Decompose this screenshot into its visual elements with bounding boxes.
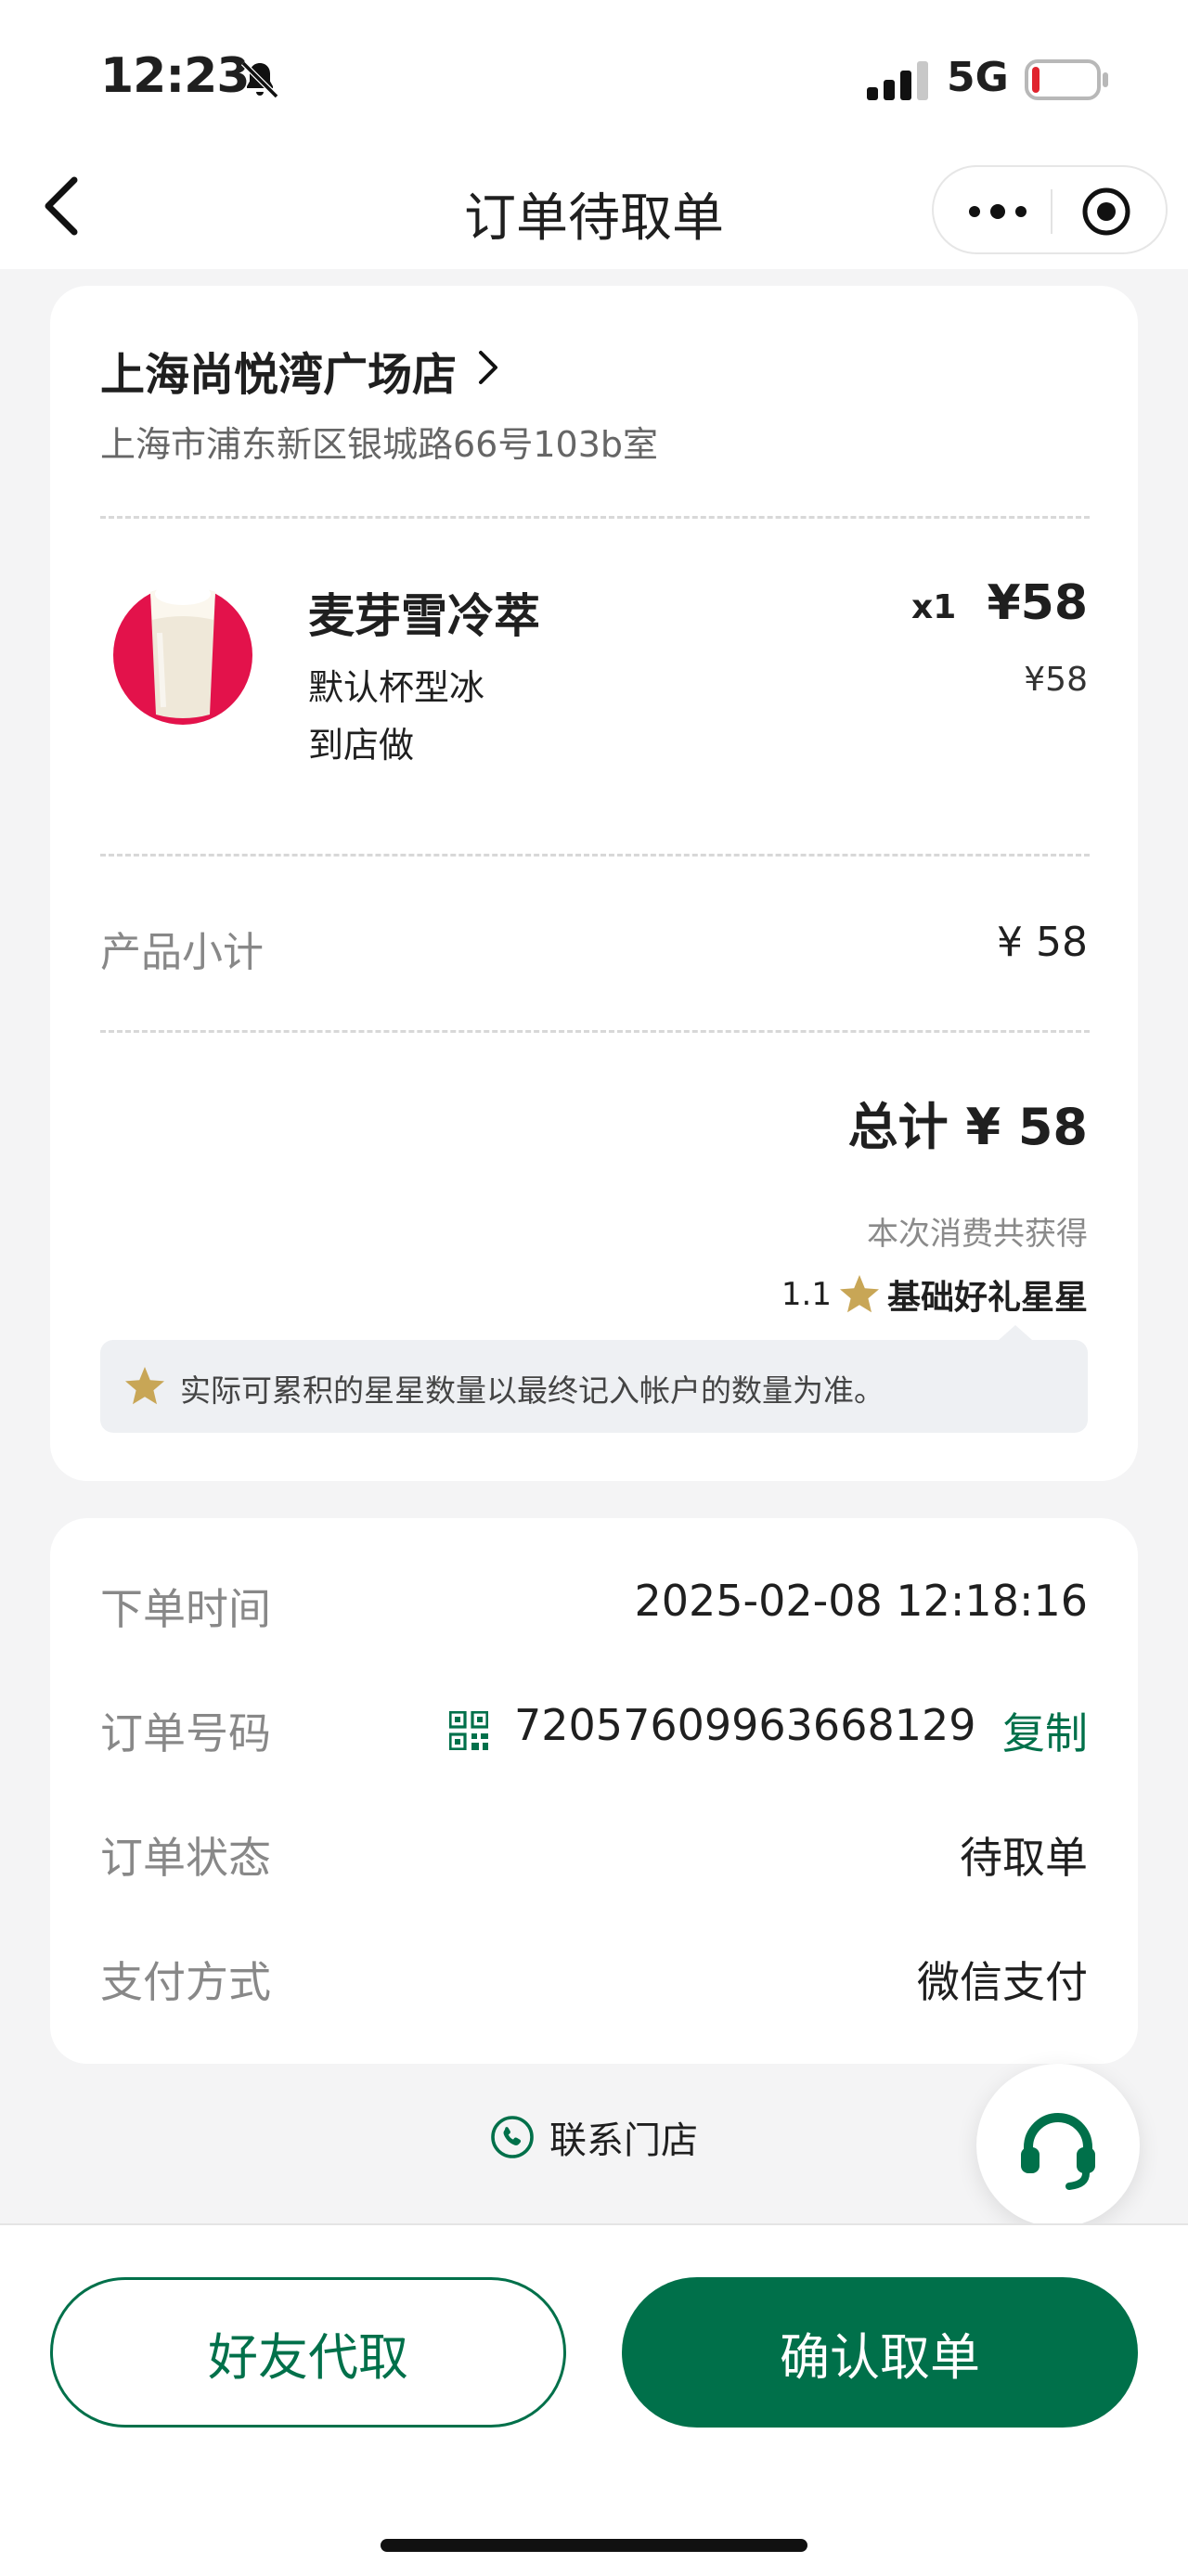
network-type: 5G: [947, 54, 1009, 101]
star-icon: [125, 1367, 164, 1405]
subtotal-value: ¥ 58: [997, 919, 1088, 966]
order-time-label: 下单时间: [100, 1584, 271, 1634]
total-amount: 总计 ¥ 58: [847, 1098, 1088, 1156]
store-name[interactable]: 上海尚悦湾广场店: [100, 338, 457, 403]
product-mode: 到店做: [308, 725, 415, 766]
note-caret: [999, 1325, 1032, 1340]
order-info-card: 下单时间 2025-02-08 12:18:16 订单号码 7205760996…: [50, 1518, 1138, 2064]
product-unit-price: ¥58: [1024, 661, 1088, 699]
earn-stars: 1.1 基础好礼星星: [781, 1269, 1088, 1320]
earn-amount: 1.1: [781, 1276, 832, 1313]
payment-value: 微信支付: [917, 1957, 1088, 2007]
divider: [100, 1030, 1090, 1033]
signal-icon: [867, 61, 928, 100]
divider: [100, 516, 1090, 519]
more-dots-icon[interactable]: [965, 193, 1030, 230]
chevron-right-icon[interactable]: [475, 347, 503, 388]
target-icon[interactable]: [1080, 186, 1132, 238]
note-text: 实际可累积的星星数量以最终记入帐户的数量为准。: [180, 1372, 885, 1409]
product-price: ¥58: [987, 575, 1088, 631]
order-number-label: 订单号码: [100, 1708, 271, 1758]
battery-icon: [1025, 59, 1108, 100]
store-address: 上海市浦东新区银城路66号103b室: [100, 424, 659, 465]
stars-note: 实际可累积的星星数量以最终记入帐户的数量为准。: [100, 1325, 1088, 1433]
copy-button[interactable]: 复制: [1002, 1700, 1088, 1761]
friend-pickup-button[interactable]: 好友代取: [50, 2277, 566, 2428]
status-time: 12:23: [100, 48, 251, 104]
product-image: [113, 583, 252, 725]
earn-text: 基础好礼星星: [886, 1279, 1088, 1317]
divider: [100, 854, 1090, 857]
star-icon: [839, 1275, 879, 1313]
payment-label: 支付方式: [100, 1957, 271, 2007]
mini-program-capsule: [932, 165, 1168, 254]
order-time-value: 2025-02-08 12:18:16: [634, 1576, 1088, 1626]
qr-code-icon[interactable]: [449, 1711, 488, 1750]
home-indicator: [381, 2539, 807, 2552]
earn-label: 本次消费共获得: [867, 1216, 1088, 1253]
contact-store-label: 联系门店: [549, 2119, 698, 2162]
order-status-label: 订单状态: [100, 1833, 271, 1883]
product-name: 麦芽雪冷萃: [308, 589, 540, 643]
contact-store-link[interactable]: 联系门店: [490, 2105, 698, 2170]
order-card: 上海尚悦湾广场店 上海市浦东新区银城路66号103b室 麦芽雪冷萃 x1 ¥58…: [50, 286, 1138, 1481]
bell-muted-icon: [240, 60, 279, 99]
bottom-action-bar: 好友代取 确认取单: [0, 2223, 1188, 2576]
order-status-value: 待取单: [960, 1833, 1088, 1883]
product-quantity: x1: [911, 588, 957, 626]
order-number-value: 72057609963668129: [514, 1700, 976, 1750]
confirm-pickup-button[interactable]: 确认取单: [622, 2277, 1138, 2428]
product-spec: 默认杯型冰: [308, 667, 485, 708]
headset-icon: [1021, 2113, 1095, 2190]
customer-service-button[interactable]: [976, 2064, 1140, 2227]
subtotal-label: 产品小计: [100, 929, 264, 976]
capsule-divider: [1051, 189, 1052, 234]
phone-icon: [491, 2116, 534, 2158]
top-header: 12:23 5G 订单待取单: [0, 0, 1188, 269]
